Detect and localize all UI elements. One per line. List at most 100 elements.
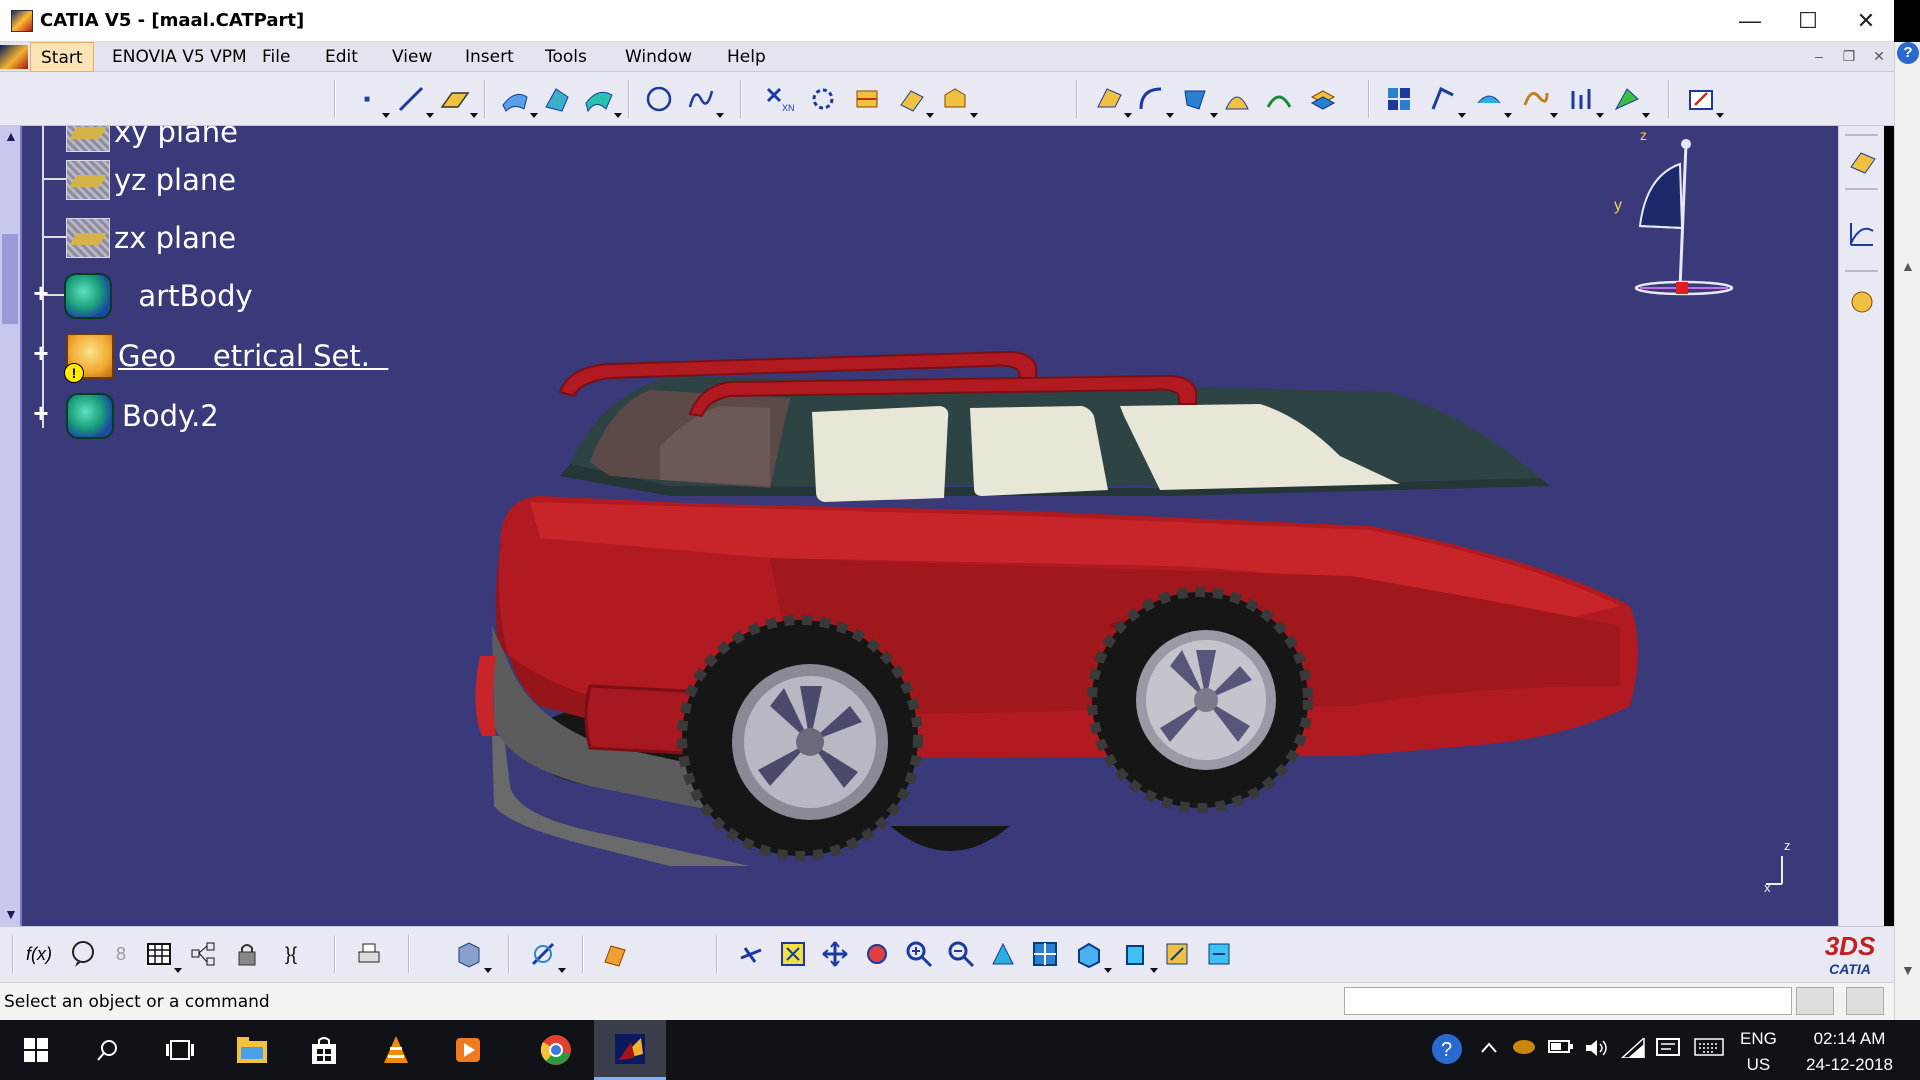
connect-curve-icon[interactable]	[1520, 84, 1558, 118]
expand-geometrical-set-icon[interactable]: +	[30, 340, 52, 366]
split-icon[interactable]	[852, 84, 882, 114]
macros-icon[interactable]: }{	[276, 939, 306, 969]
extrude-surface-icon[interactable]	[500, 84, 538, 118]
task-view-icon[interactable]	[144, 1020, 216, 1080]
extrapolate-icon[interactable]	[1474, 84, 1512, 118]
sketcher-icon[interactable]	[1686, 84, 1724, 118]
menu-tools[interactable]: Tools	[545, 47, 587, 67]
blend-icon[interactable]	[1264, 84, 1294, 114]
transform-icon[interactable]	[1428, 84, 1466, 118]
rotate-icon[interactable]	[862, 939, 892, 969]
analysis-icon[interactable]	[1612, 84, 1650, 118]
tree-item-zx-plane[interactable]: zx plane	[66, 216, 236, 260]
scroll-down-icon[interactable]: ▼	[1901, 962, 1915, 978]
tree-item-yz-plane[interactable]: yz plane	[66, 158, 236, 202]
menu-file[interactable]: File	[262, 47, 290, 67]
expand-partbody-icon[interactable]: +	[30, 280, 52, 306]
car-model[interactable]	[470, 266, 1650, 866]
menu-help[interactable]: Help	[727, 47, 766, 67]
chrome-icon[interactable]	[520, 1020, 592, 1080]
curve-analysis-icon[interactable]	[1846, 218, 1878, 250]
help-tray-icon[interactable]: ?	[1430, 1032, 1464, 1071]
multi-view-icon[interactable]	[1384, 84, 1414, 114]
iso-view-icon[interactable]	[1074, 939, 1112, 973]
media-player-icon[interactable]	[432, 1020, 504, 1080]
catia-app-icon[interactable]	[11, 10, 33, 32]
hide-show-icon[interactable]	[1162, 939, 1192, 969]
system-clock[interactable]: 02:14 AM 24-12-2018	[1806, 1026, 1893, 1078]
fly-mode-icon[interactable]	[736, 939, 766, 969]
catia-menu-logo-icon[interactable]	[0, 45, 28, 69]
shape-fillet-icon[interactable]	[1222, 84, 1252, 114]
pause-command-button[interactable]	[1846, 987, 1884, 1015]
tree-item-partbody[interactable]: artBody	[64, 273, 253, 319]
extract-icon[interactable]	[940, 84, 978, 118]
doc-close-button[interactable]: ✕	[1868, 48, 1890, 66]
search-icon[interactable]	[72, 1020, 144, 1080]
minimize-button[interactable]: —	[1722, 0, 1778, 42]
stop-command-button[interactable]	[1796, 987, 1834, 1015]
tree-item-xy-plane[interactable]: xy plane	[66, 126, 238, 154]
zoom-in-icon[interactable]	[904, 939, 934, 969]
maximize-button[interactable]: ☐	[1780, 0, 1836, 42]
store-icon[interactable]	[288, 1020, 360, 1080]
wifi-icon[interactable]	[1620, 1036, 1646, 1063]
volume-icon[interactable]	[1584, 1038, 1610, 1063]
knowledge-advisor-icon[interactable]	[68, 939, 98, 969]
battery-icon[interactable]	[1548, 1038, 1574, 1059]
menu-edit[interactable]: Edit	[325, 47, 358, 67]
spline-icon[interactable]	[686, 84, 724, 118]
notifications-icon[interactable]	[1656, 1038, 1680, 1065]
formula-icon[interactable]: f(x)	[24, 939, 54, 969]
zoom-out-icon[interactable]	[946, 939, 976, 969]
sweep-surface-icon[interactable]	[584, 84, 622, 118]
doc-minimize-button[interactable]: –	[1808, 48, 1830, 66]
windows-start-icon[interactable]	[0, 1020, 72, 1080]
menu-insert[interactable]: Insert	[465, 47, 514, 67]
offset-icon[interactable]	[1308, 84, 1338, 114]
line-icon[interactable]	[396, 84, 434, 118]
menu-start[interactable]: Start	[30, 42, 94, 72]
menu-view[interactable]: View	[392, 47, 432, 67]
revolve-surface-icon[interactable]	[542, 84, 572, 114]
tree-item-body2[interactable]: Body.2	[66, 393, 219, 439]
normal-view-icon[interactable]	[988, 939, 1018, 969]
window-scrollbar[interactable]: ? ▲ ▼	[1894, 42, 1920, 1020]
catia-taskbar-icon[interactable]	[594, 1020, 666, 1080]
expand-body2-icon[interactable]: +	[30, 400, 52, 426]
tray-app-icon[interactable]	[1512, 1038, 1536, 1061]
fillet-icon[interactable]	[1136, 84, 1174, 118]
scroll-thumb[interactable]	[2, 234, 18, 324]
tree-scrollbar[interactable]: ▲ ▼	[0, 126, 22, 926]
multi-view-icon[interactable]	[1030, 939, 1060, 969]
chevron-up-icon[interactable]	[1480, 1038, 1498, 1059]
apply-material-icon[interactable]	[1846, 146, 1878, 178]
language-indicator[interactable]: ENG US	[1740, 1026, 1777, 1078]
measure-icon[interactable]	[528, 939, 566, 973]
tree-item-geometrical-set[interactable]: ! Geo etrical Set.	[64, 333, 388, 383]
healing-icon[interactable]	[808, 84, 838, 114]
circle-icon[interactable]	[644, 84, 674, 114]
close-button[interactable]: ✕	[1838, 0, 1894, 42]
fit-all-icon[interactable]	[778, 939, 808, 969]
command-input[interactable]	[1344, 987, 1792, 1015]
menu-enovia[interactable]: ENOVIA V5 VPM	[112, 47, 247, 67]
scroll-down-icon[interactable]: ▼	[4, 906, 18, 922]
swap-space-icon[interactable]	[1204, 939, 1234, 969]
design-table-icon[interactable]	[144, 939, 182, 973]
keyboard-icon[interactable]	[1694, 1038, 1724, 1061]
close-surface-icon[interactable]	[1180, 84, 1218, 118]
print-icon[interactable]	[354, 939, 384, 969]
catalog-browser-icon[interactable]	[1846, 286, 1878, 318]
help-icon[interactable]: ?	[1897, 42, 1919, 64]
apply-material-icon[interactable]	[600, 939, 630, 969]
point-icon[interactable]: ■	[352, 84, 390, 118]
catalog-icon[interactable]	[454, 939, 492, 973]
trim-icon[interactable]	[896, 84, 934, 118]
projection-icon[interactable]	[1566, 84, 1604, 118]
scroll-up-icon[interactable]: ▲	[1901, 258, 1915, 274]
tree-reorder-icon[interactable]	[188, 939, 218, 969]
doc-restore-button[interactable]: ❐	[1838, 48, 1860, 66]
scroll-up-icon[interactable]: ▲	[4, 128, 18, 144]
thickness-icon[interactable]	[1094, 84, 1132, 118]
